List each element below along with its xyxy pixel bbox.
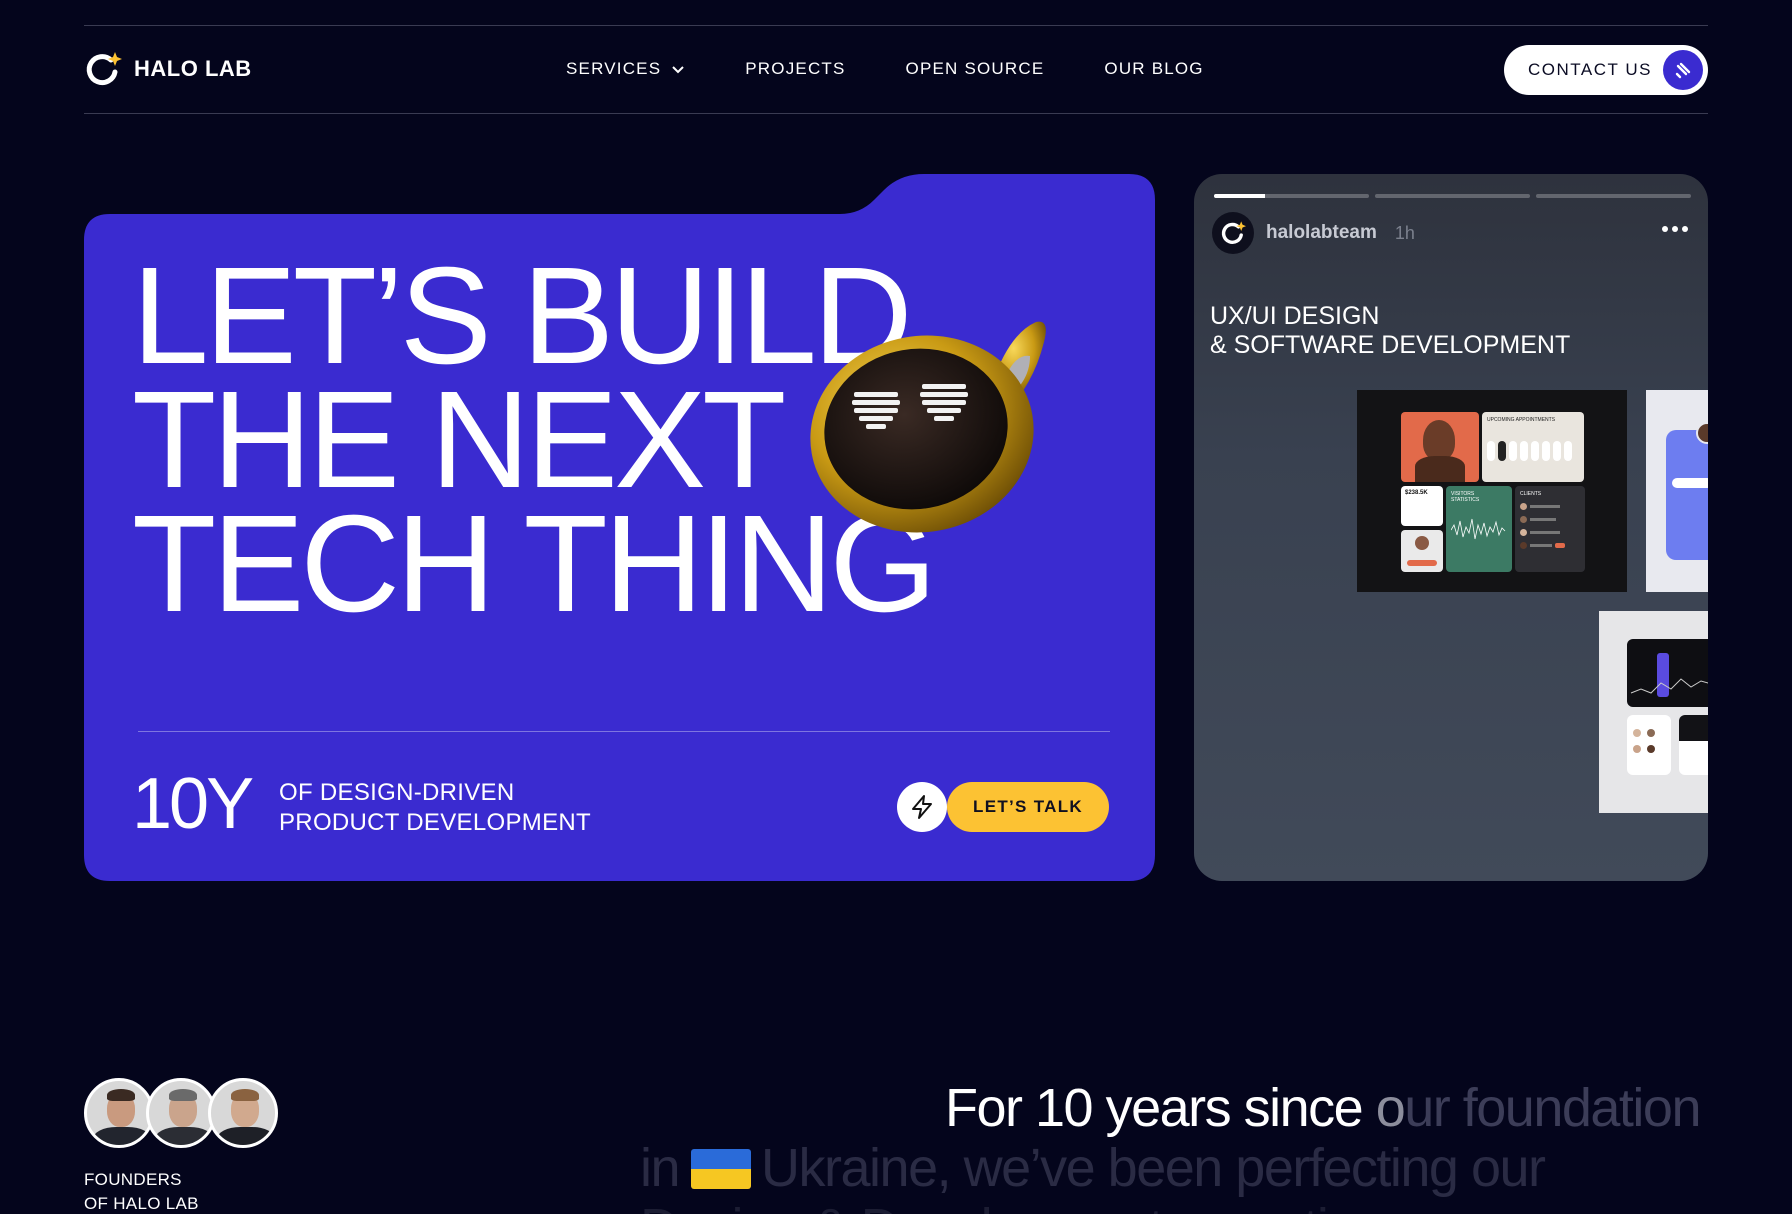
story-progress-fill — [1214, 194, 1266, 198]
avatar[interactable] — [84, 1078, 154, 1148]
nav-label-blog: OUR BLOG — [1104, 59, 1204, 78]
instagram-story-card[interactable]: halolabteam 1h UX/UI DESIGN & SOFTWARE D… — [1194, 174, 1708, 881]
intro-line-1: For 10 years since our foundation — [640, 1078, 1701, 1138]
avatar[interactable] — [146, 1078, 216, 1148]
mobile-card — [1666, 422, 1708, 560]
intro-line2-text: Ukraine, we’ve been perfecting our — [761, 1138, 1546, 1198]
years-stat: 10Y — [132, 764, 254, 844]
contact-us-label: CONTACT US — [1528, 60, 1652, 79]
nav-label-services: SERVICES — [566, 59, 662, 78]
intro-line-3: Design & Development expertise — [640, 1198, 1700, 1214]
story-analytics-screenshot — [1599, 611, 1708, 813]
hero-subtitle: OF DESIGN-DRIVEN PRODUCT DEVELOPMENT — [279, 779, 591, 836]
amount-tile: $238.5K — [1401, 486, 1443, 526]
analytics-list-tile — [1627, 715, 1671, 775]
clients-tile: CLIENTS — [1515, 486, 1585, 572]
header-bottom-divider — [84, 113, 1708, 114]
nav-item-projects[interactable]: PROJECTS — [745, 59, 845, 79]
analytics-side-tile — [1679, 715, 1708, 775]
intro-statement: For 10 years since our foundation in Ukra… — [640, 1078, 1701, 1214]
visitors-tile: VISITORS STATISTICS — [1446, 486, 1512, 572]
more-options-icon[interactable] — [1662, 226, 1688, 232]
story-progress-segment — [1536, 194, 1691, 198]
robot-mascot-icon — [810, 321, 1046, 533]
halo-logo-icon — [84, 50, 122, 88]
lets-talk-button[interactable]: LET’S TALK — [947, 782, 1109, 832]
story-title: UX/UI DESIGN & SOFTWARE DEVELOPMENT — [1210, 302, 1571, 359]
contact-us-button[interactable]: CONTACT US — [1504, 45, 1708, 95]
nav-item-open-source[interactable]: OPEN SOURCE — [906, 59, 1045, 79]
story-avatar[interactable] — [1212, 212, 1254, 254]
story-mobile-screenshot — [1646, 390, 1708, 592]
clients-label: CLIENTS — [1520, 491, 1542, 497]
portrait-tile — [1401, 412, 1479, 482]
profile-tile — [1401, 530, 1443, 572]
intro-line-2: in Ukraine, we’ve been perfecting our — [640, 1138, 1700, 1198]
avatar[interactable] — [208, 1078, 278, 1148]
founders-avatars — [84, 1078, 278, 1148]
story-progress-segment — [1214, 194, 1369, 198]
visitors-label: VISITORS STATISTICS — [1451, 491, 1480, 503]
logo[interactable]: HALO LAB — [84, 50, 252, 88]
halo-logo-icon — [1221, 221, 1246, 244]
intro-dim-text: ur foundation — [1404, 1078, 1701, 1138]
appointments-label: UPCOMING APPOINTMENTS — [1487, 417, 1556, 423]
amount-label: $238.5K — [1405, 490, 1428, 496]
paperclip-icon — [1663, 50, 1703, 90]
story-header: halolabteam 1h — [1212, 212, 1415, 254]
ukraine-flag-icon — [691, 1149, 752, 1189]
story-progress — [1214, 194, 1691, 198]
lightning-icon — [912, 795, 932, 819]
intro-mid-text: o — [1375, 1078, 1406, 1138]
story-dashboard-screenshot: UPCOMING APPOINTMENTS $238.5K VISITORS S… — [1357, 390, 1627, 592]
hero-divider — [138, 731, 1110, 732]
main-nav: SERVICES PROJECTS OPEN SOURCE OUR BLOG — [566, 59, 1204, 79]
header-top-divider — [84, 25, 1708, 26]
nav-item-services[interactable]: SERVICES — [566, 59, 685, 79]
founders-label: FOUNDERS OF HALO LAB — [84, 1170, 199, 1213]
appointments-tile: UPCOMING APPOINTMENTS — [1482, 412, 1584, 482]
story-time: 1h — [1394, 222, 1415, 243]
nav-label-open-source: OPEN SOURCE — [905, 59, 1045, 78]
lightning-button[interactable] — [897, 782, 947, 832]
nav-item-blog[interactable]: OUR BLOG — [1104, 59, 1203, 79]
analytics-chart-tile — [1627, 639, 1708, 707]
page: HALO LAB SERVICES PROJECTS OPEN SOURCE O… — [0, 0, 1792, 1214]
story-progress-segment — [1375, 194, 1530, 198]
chevron-down-icon — [672, 66, 684, 74]
nav-label-projects: PROJECTS — [745, 59, 846, 78]
logo-text: HALO LAB — [134, 56, 252, 81]
hero-card: LET’S BUILD THE NEXT TECH THING 10Y OF D… — [84, 174, 1155, 881]
story-username[interactable]: halolabteam — [1266, 222, 1377, 244]
intro-in-text: in — [640, 1138, 681, 1198]
intro-bright-text: For 10 years since — [945, 1078, 1376, 1138]
